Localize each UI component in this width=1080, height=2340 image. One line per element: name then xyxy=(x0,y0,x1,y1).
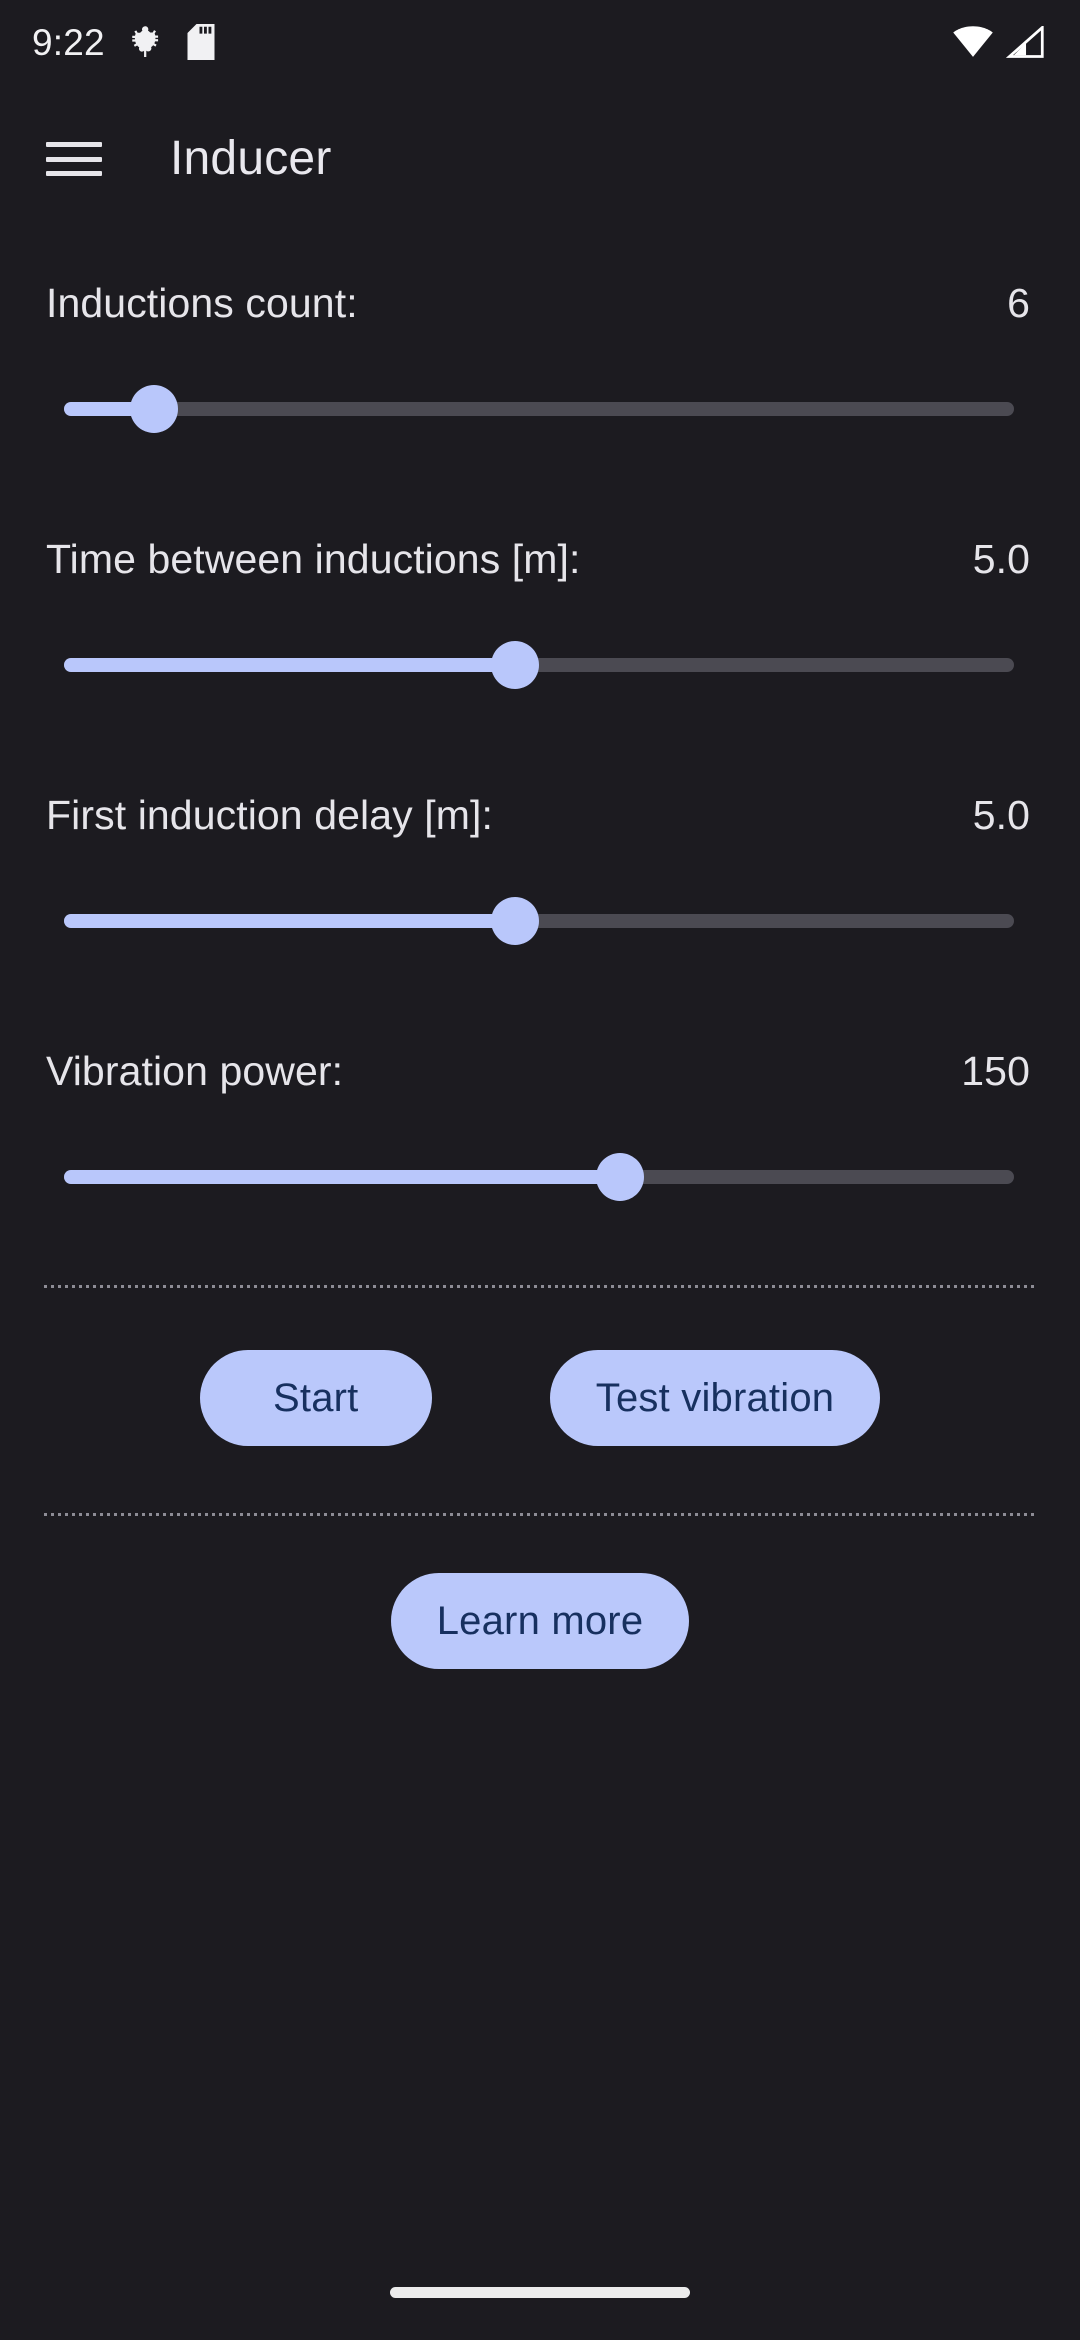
wifi-icon xyxy=(952,26,994,58)
page-title: Inducer xyxy=(170,132,332,185)
setting-label: Inductions count: xyxy=(46,280,358,326)
setting-value: 5.0 xyxy=(972,792,1030,838)
setting-label: Time between inductions [m]: xyxy=(46,536,581,582)
setting-header: Time between inductions [m]: 5.0 xyxy=(0,518,1080,600)
status-clock: 9:22 xyxy=(32,21,105,63)
setting-row-first-induction-delay: First induction delay [m]: 5.0 xyxy=(0,774,1080,1030)
slider-thumb[interactable] xyxy=(595,1153,644,1201)
divider-above-learn-more xyxy=(44,1513,1036,1516)
hamburger-line-1 xyxy=(46,142,102,147)
system-navigation-bar xyxy=(0,2244,1080,2340)
setting-value: 5.0 xyxy=(972,536,1030,582)
slider-fill xyxy=(64,914,516,928)
setting-header: First induction delay [m]: 5.0 xyxy=(0,774,1080,856)
slider-thumb[interactable] xyxy=(491,897,540,945)
divider-above-actions xyxy=(44,1285,1036,1288)
action-button-row: Start Test vibration xyxy=(0,1350,1080,1446)
hamburger-menu-icon[interactable] xyxy=(46,136,102,182)
bug-icon xyxy=(127,24,163,60)
setting-header: Vibration power: 150 xyxy=(0,1030,1080,1112)
setting-row-vibration-power: Vibration power: 150 xyxy=(0,1030,1080,1286)
status-bar-right xyxy=(952,26,1044,58)
learn-more-row: Learn more xyxy=(0,1573,1080,1669)
test-vibration-button[interactable]: Test vibration xyxy=(549,1350,881,1446)
setting-value: 6 xyxy=(1007,280,1030,326)
settings-list: Inductions count: 6 Time between inducti… xyxy=(0,262,1080,1286)
slider-track xyxy=(64,402,1014,416)
learn-more-button[interactable]: Learn more xyxy=(390,1573,690,1669)
app-bar: Inducer xyxy=(0,94,1080,224)
hamburger-line-2 xyxy=(46,156,102,162)
setting-label: First induction delay [m]: xyxy=(46,792,493,838)
start-button[interactable]: Start xyxy=(199,1350,432,1446)
slider-time-between-inductions[interactable] xyxy=(64,641,1014,689)
status-bar-left: 9:22 xyxy=(32,24,217,61)
slider-vibration-power[interactable] xyxy=(64,1153,1014,1201)
slider-fill xyxy=(64,658,516,672)
setting-label: Vibration power: xyxy=(46,1048,344,1094)
setting-header: Inductions count: 6 xyxy=(0,262,1080,344)
setting-row-time-between-inductions: Time between inductions [m]: 5.0 xyxy=(0,518,1080,774)
slider-thumb[interactable] xyxy=(130,385,179,433)
setting-row-inductions-count: Inductions count: 6 xyxy=(0,262,1080,518)
sd-card-icon xyxy=(185,24,217,60)
setting-value: 150 xyxy=(961,1048,1030,1094)
hamburger-line-3 xyxy=(46,171,102,176)
slider-first-induction-delay[interactable] xyxy=(64,897,1014,945)
status-bar: 9:22 xyxy=(0,0,1080,84)
gesture-home-pill[interactable] xyxy=(390,2286,690,2298)
cellular-signal-icon xyxy=(1006,26,1044,58)
slider-thumb[interactable] xyxy=(491,641,540,689)
slider-inductions-count[interactable] xyxy=(64,385,1014,433)
slider-fill xyxy=(64,1170,620,1184)
